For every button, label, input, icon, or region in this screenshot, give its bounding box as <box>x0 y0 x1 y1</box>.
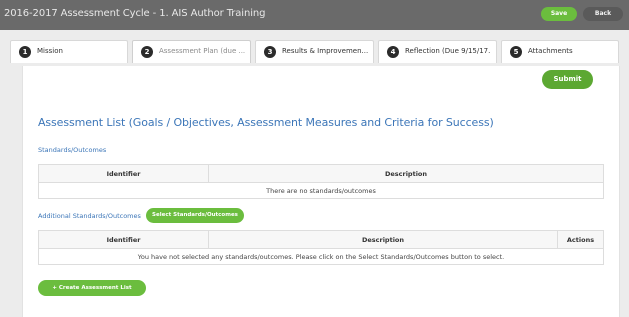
table-header-row: Identifier Description <box>38 164 604 183</box>
select-standards-button[interactable]: Select Standards/Outcomes <box>146 208 244 223</box>
standards-table: Identifier Description There are no stan… <box>38 164 604 199</box>
table-row: You have not selected any standards/outc… <box>38 248 604 265</box>
tab-mission[interactable]: 1 Mission <box>10 40 128 63</box>
step-number-icon: 2 <box>141 46 153 58</box>
tab-label: Reflection (Due 9/15/17... <box>405 47 491 55</box>
standards-outcomes-label: Standards/Outcomes <box>38 146 107 154</box>
tab-attachments[interactable]: 5 Attachments <box>501 40 619 63</box>
selected-standards-table: Identifier Description Actions You have … <box>38 230 604 265</box>
empty-message: You have not selected any standards/outc… <box>38 248 604 265</box>
column-header-identifier: Identifier <box>38 230 209 249</box>
tab-label: Results & Improvemen... <box>282 47 368 55</box>
tab-label: Assessment Plan (due ... <box>159 47 246 55</box>
column-header-description: Description <box>208 164 604 183</box>
empty-message: There are no standards/outcomes <box>38 182 604 199</box>
table-header-row: Identifier Description Actions <box>38 230 604 249</box>
save-button[interactable]: Save <box>541 7 577 21</box>
step-number-icon: 5 <box>510 46 522 58</box>
step-number-icon: 1 <box>19 46 31 58</box>
step-number-icon: 3 <box>264 46 276 58</box>
submit-button[interactable]: Submit <box>542 70 593 89</box>
top-header-bar: 2016-2017 Assessment Cycle - 1. AIS Auth… <box>0 0 629 30</box>
tab-label: Attachments <box>528 47 573 55</box>
additional-standards-label: Additional Standards/Outcomes <box>38 212 141 220</box>
table-row: There are no standards/outcomes <box>38 182 604 199</box>
column-header-actions: Actions <box>557 230 604 249</box>
tab-results-improvements[interactable]: 3 Results & Improvemen... <box>255 40 374 63</box>
back-button[interactable]: Back <box>583 7 623 21</box>
column-header-identifier: Identifier <box>38 164 209 183</box>
section-heading: Assessment List (Goals / Objectives, Ass… <box>38 116 494 129</box>
step-number-icon: 4 <box>387 46 399 58</box>
column-header-description: Description <box>208 230 558 249</box>
page-title: 2016-2017 Assessment Cycle - 1. AIS Auth… <box>4 8 266 19</box>
step-tabs: 1 Mission 2 Assessment Plan (due ... 3 R… <box>10 40 623 63</box>
tab-assessment-plan[interactable]: 2 Assessment Plan (due ... <box>132 40 251 63</box>
tab-label: Mission <box>37 47 63 55</box>
tab-reflection[interactable]: 4 Reflection (Due 9/15/17... <box>378 40 497 63</box>
create-assessment-list-button[interactable]: + Create Assessment List <box>38 280 146 296</box>
